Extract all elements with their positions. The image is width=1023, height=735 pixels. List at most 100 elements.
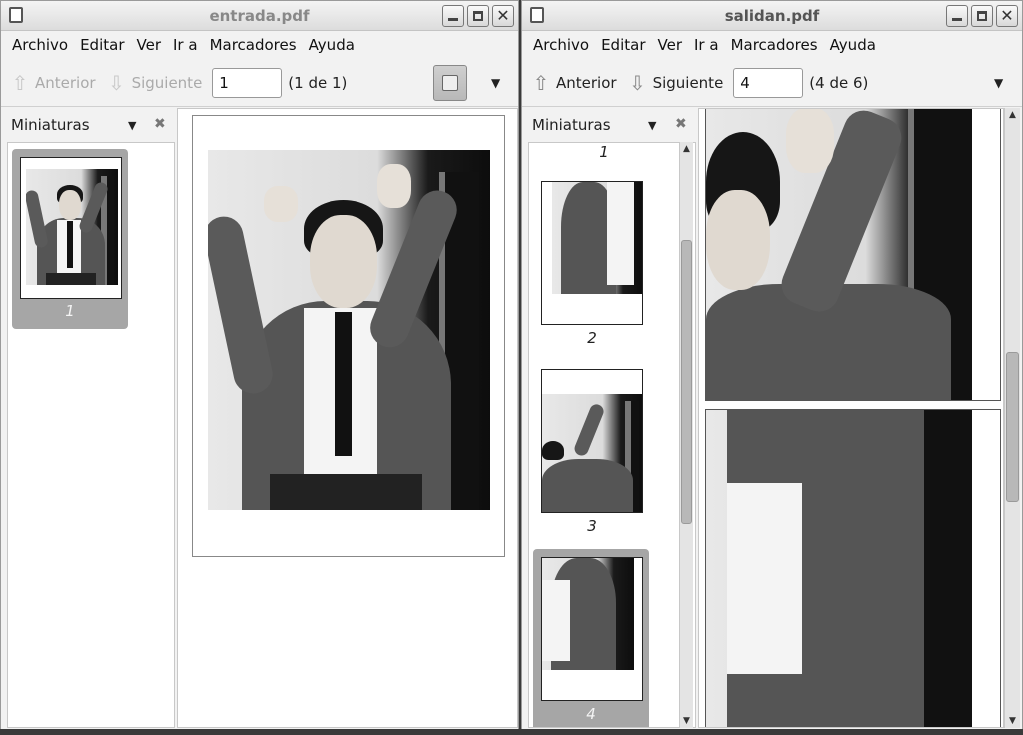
menu-archivo[interactable]: Archivo <box>6 36 74 54</box>
scrollbar-thumb[interactable] <box>1006 352 1019 502</box>
scroll-down-icon[interactable]: ▼ <box>1005 714 1020 728</box>
menu-ir-a[interactable]: Ir a <box>688 36 725 54</box>
maximize-button[interactable] <box>467 5 489 27</box>
sidebar: Miniaturas ▼ ✖ 1 2 3 4 ▲ ▼ <box>522 108 698 734</box>
menu-ayuda[interactable]: Ayuda <box>824 36 882 54</box>
photo <box>208 150 490 510</box>
thumbnail-2[interactable] <box>541 181 643 325</box>
close-icon: ✕ <box>496 6 510 25</box>
page-number-input[interactable] <box>733 67 804 98</box>
page-1 <box>192 115 505 557</box>
menubar: Archivo Editar Ver Ir a Marcadores Ayuda <box>1 31 518 59</box>
scrollbar-thumb[interactable] <box>681 240 692 524</box>
next-button[interactable]: ⇩ Siguiente <box>106 70 203 96</box>
down-arrow-icon: ⇩ <box>108 70 125 95</box>
page-4 <box>705 409 1001 727</box>
document-area <box>177 108 518 734</box>
photo <box>542 394 642 512</box>
fit-page-button[interactable] <box>433 65 467 101</box>
thumbnail-list[interactable]: 1 2 3 4 <box>528 142 696 728</box>
next-button[interactable]: ⇩ Siguiente <box>627 70 724 96</box>
document-view[interactable] <box>177 108 518 728</box>
photo <box>542 558 634 670</box>
thumbnail-list[interactable]: 1 <box>7 142 175 728</box>
thumbnail-page <box>541 557 643 701</box>
chevron-down-icon[interactable]: ▼ <box>648 119 656 132</box>
thumbnail-label-3: 3 <box>587 517 597 535</box>
menubar: Archivo Editar Ver Ir a Marcadores Ayuda <box>522 31 1022 59</box>
desktop: entrada.pdf ✕ Archivo Editar Ver Ir a Ma… <box>0 0 1023 735</box>
page-count: (4 de 6) <box>809 73 869 92</box>
menu-marcadores[interactable]: Marcadores <box>204 36 303 54</box>
document-view[interactable] <box>698 108 1004 728</box>
sidebar-scrollbar[interactable]: ▲ ▼ <box>679 142 693 728</box>
up-arrow-icon: ⇧ <box>532 70 550 95</box>
thumbnail-label-2: 2 <box>587 329 597 347</box>
thumbnail-label-4: 4 <box>586 705 596 723</box>
scroll-up-icon[interactable]: ▲ <box>680 142 693 156</box>
page-number-input[interactable] <box>212 67 283 98</box>
page-3 <box>705 109 1001 401</box>
maximize-button[interactable] <box>971 5 993 27</box>
minimize-button[interactable] <box>442 5 464 27</box>
menu-ayuda[interactable]: Ayuda <box>303 36 361 54</box>
menu-editar[interactable]: Editar <box>595 36 651 54</box>
maximize-icon <box>473 11 483 21</box>
prev-label: Anterior <box>35 73 96 92</box>
window-title: entrada.pdf <box>209 7 310 25</box>
scroll-up-icon[interactable]: ▲ <box>1005 108 1020 122</box>
chevron-down-icon[interactable]: ▼ <box>994 76 1003 90</box>
photo <box>26 169 118 285</box>
menu-archivo[interactable]: Archivo <box>527 36 595 54</box>
up-arrow-icon: ⇧ <box>11 70 29 95</box>
scroll-down-icon[interactable]: ▼ <box>680 714 693 728</box>
photo <box>552 182 642 294</box>
toolbar: ⇧ Anterior ⇩ Siguiente (1 de 1) ▼ <box>1 59 518 107</box>
close-button[interactable]: ✕ <box>996 5 1018 27</box>
thumbnail-1[interactable]: 1 <box>12 149 128 329</box>
minimize-icon <box>448 18 458 21</box>
desktop-strip <box>0 729 1023 735</box>
prev-button[interactable]: ⇧ Anterior <box>9 70 96 96</box>
minimize-icon <box>952 18 962 21</box>
menu-ver[interactable]: Ver <box>652 36 689 54</box>
photo <box>706 410 972 727</box>
menu-marcadores[interactable]: Marcadores <box>725 36 824 54</box>
chevron-down-icon[interactable]: ▼ <box>128 119 136 132</box>
minimize-button[interactable] <box>946 5 968 27</box>
menu-editar[interactable]: Editar <box>74 36 130 54</box>
toolbar: ⇧ Anterior ⇩ Siguiente (4 de 6) ▼ <box>522 59 1022 107</box>
window-entrada: entrada.pdf ✕ Archivo Editar Ver Ir a Ma… <box>0 0 519 735</box>
sidebar-title[interactable]: Miniaturas <box>11 116 90 134</box>
prev-label: Anterior <box>556 73 617 92</box>
thumbnail-4[interactable]: 4 <box>533 549 649 727</box>
thumbnail-label-1: 1 <box>599 143 609 161</box>
maximize-icon <box>977 11 987 21</box>
page-count: (1 de 1) <box>288 73 348 92</box>
sidebar-title[interactable]: Miniaturas <box>532 116 611 134</box>
close-icon[interactable]: ✖ <box>154 116 166 132</box>
document-area: ▲ ▼ <box>698 108 1022 734</box>
prev-button[interactable]: ⇧ Anterior <box>530 70 617 96</box>
chevron-down-icon[interactable]: ▼ <box>491 76 500 90</box>
sidebar: Miniaturas ▼ ✖ 1 <box>1 108 177 734</box>
thumbnail-3[interactable] <box>541 369 643 513</box>
sidebar-header: Miniaturas ▼ ✖ <box>522 108 698 142</box>
window-salidan: salidan.pdf ✕ Archivo Editar Ver Ir a Ma… <box>521 0 1023 735</box>
thumbnail-page <box>20 157 122 299</box>
menu-ver[interactable]: Ver <box>131 36 168 54</box>
menu-ir-a[interactable]: Ir a <box>167 36 204 54</box>
next-label: Siguiente <box>652 73 724 92</box>
next-label: Siguiente <box>131 73 203 92</box>
fit-page-icon <box>442 75 458 91</box>
titlebar[interactable]: entrada.pdf ✕ <box>1 1 518 31</box>
thumbnail-label: 1 <box>65 302 75 320</box>
document-scrollbar[interactable]: ▲ ▼ <box>1004 108 1020 728</box>
titlebar[interactable]: salidan.pdf ✕ <box>522 1 1022 31</box>
photo <box>706 109 972 400</box>
down-arrow-icon: ⇩ <box>629 70 646 95</box>
close-icon[interactable]: ✖ <box>675 116 687 132</box>
sidebar-header: Miniaturas ▼ ✖ <box>1 108 177 142</box>
close-icon: ✕ <box>1000 6 1014 25</box>
close-button[interactable]: ✕ <box>492 5 514 27</box>
